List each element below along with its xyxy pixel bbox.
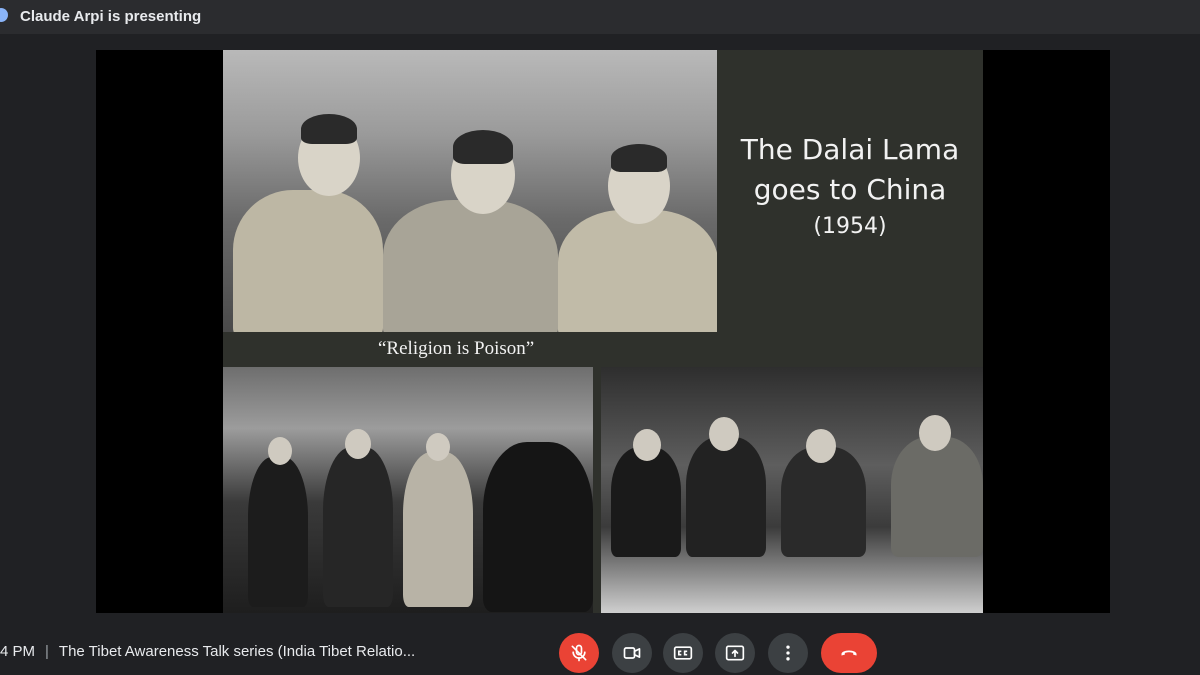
- presentation-slide: The Dalai Lama goes to China (1954) “Rel…: [223, 50, 983, 613]
- slide-title: The Dalai Lama goes to China (1954): [717, 130, 983, 244]
- present-now-button[interactable]: [715, 633, 755, 673]
- more-options-button[interactable]: [768, 633, 808, 673]
- meeting-info: 4 PM | The Tibet Awareness Talk series (In…: [0, 643, 415, 660]
- slide-photo-top: [223, 50, 717, 332]
- camera-toggle-button[interactable]: [612, 633, 652, 673]
- presenter-bar: Claude Arpi is presenting: [0, 0, 1200, 34]
- presenter-avatar: [0, 8, 8, 22]
- call-end-icon: [837, 643, 861, 663]
- slide-photo-crowd: [223, 367, 593, 613]
- slide-photo-banquet: [601, 367, 983, 613]
- mic-toggle-button[interactable]: [559, 633, 599, 673]
- presentation-stage: The Dalai Lama goes to China (1954) “Rel…: [96, 50, 1110, 613]
- slide-title-year: (1954): [813, 214, 887, 239]
- meeting-controls-bar: 4 PM | The Tibet Awareness Talk series (In…: [0, 625, 1200, 675]
- mic-off-icon: [569, 643, 589, 663]
- present-screen-icon: [724, 643, 746, 663]
- meeting-time: 4 PM: [0, 643, 36, 660]
- videocam-icon: [622, 643, 642, 663]
- presenting-label: Claude Arpi is presenting: [20, 8, 202, 25]
- slide-title-line-2: goes to China: [753, 173, 947, 206]
- captions-button[interactable]: [663, 633, 703, 673]
- meeting-title: The Tibet Awareness Talk series (India T…: [58, 643, 416, 660]
- divider: |: [45, 643, 49, 660]
- more-vertical-icon: [778, 643, 798, 663]
- slide-title-line-1: The Dalai Lama: [740, 133, 960, 166]
- leave-call-button[interactable]: [821, 633, 877, 673]
- closed-captions-icon: [672, 643, 694, 663]
- slide-caption: “Religion is Poison”: [378, 338, 535, 359]
